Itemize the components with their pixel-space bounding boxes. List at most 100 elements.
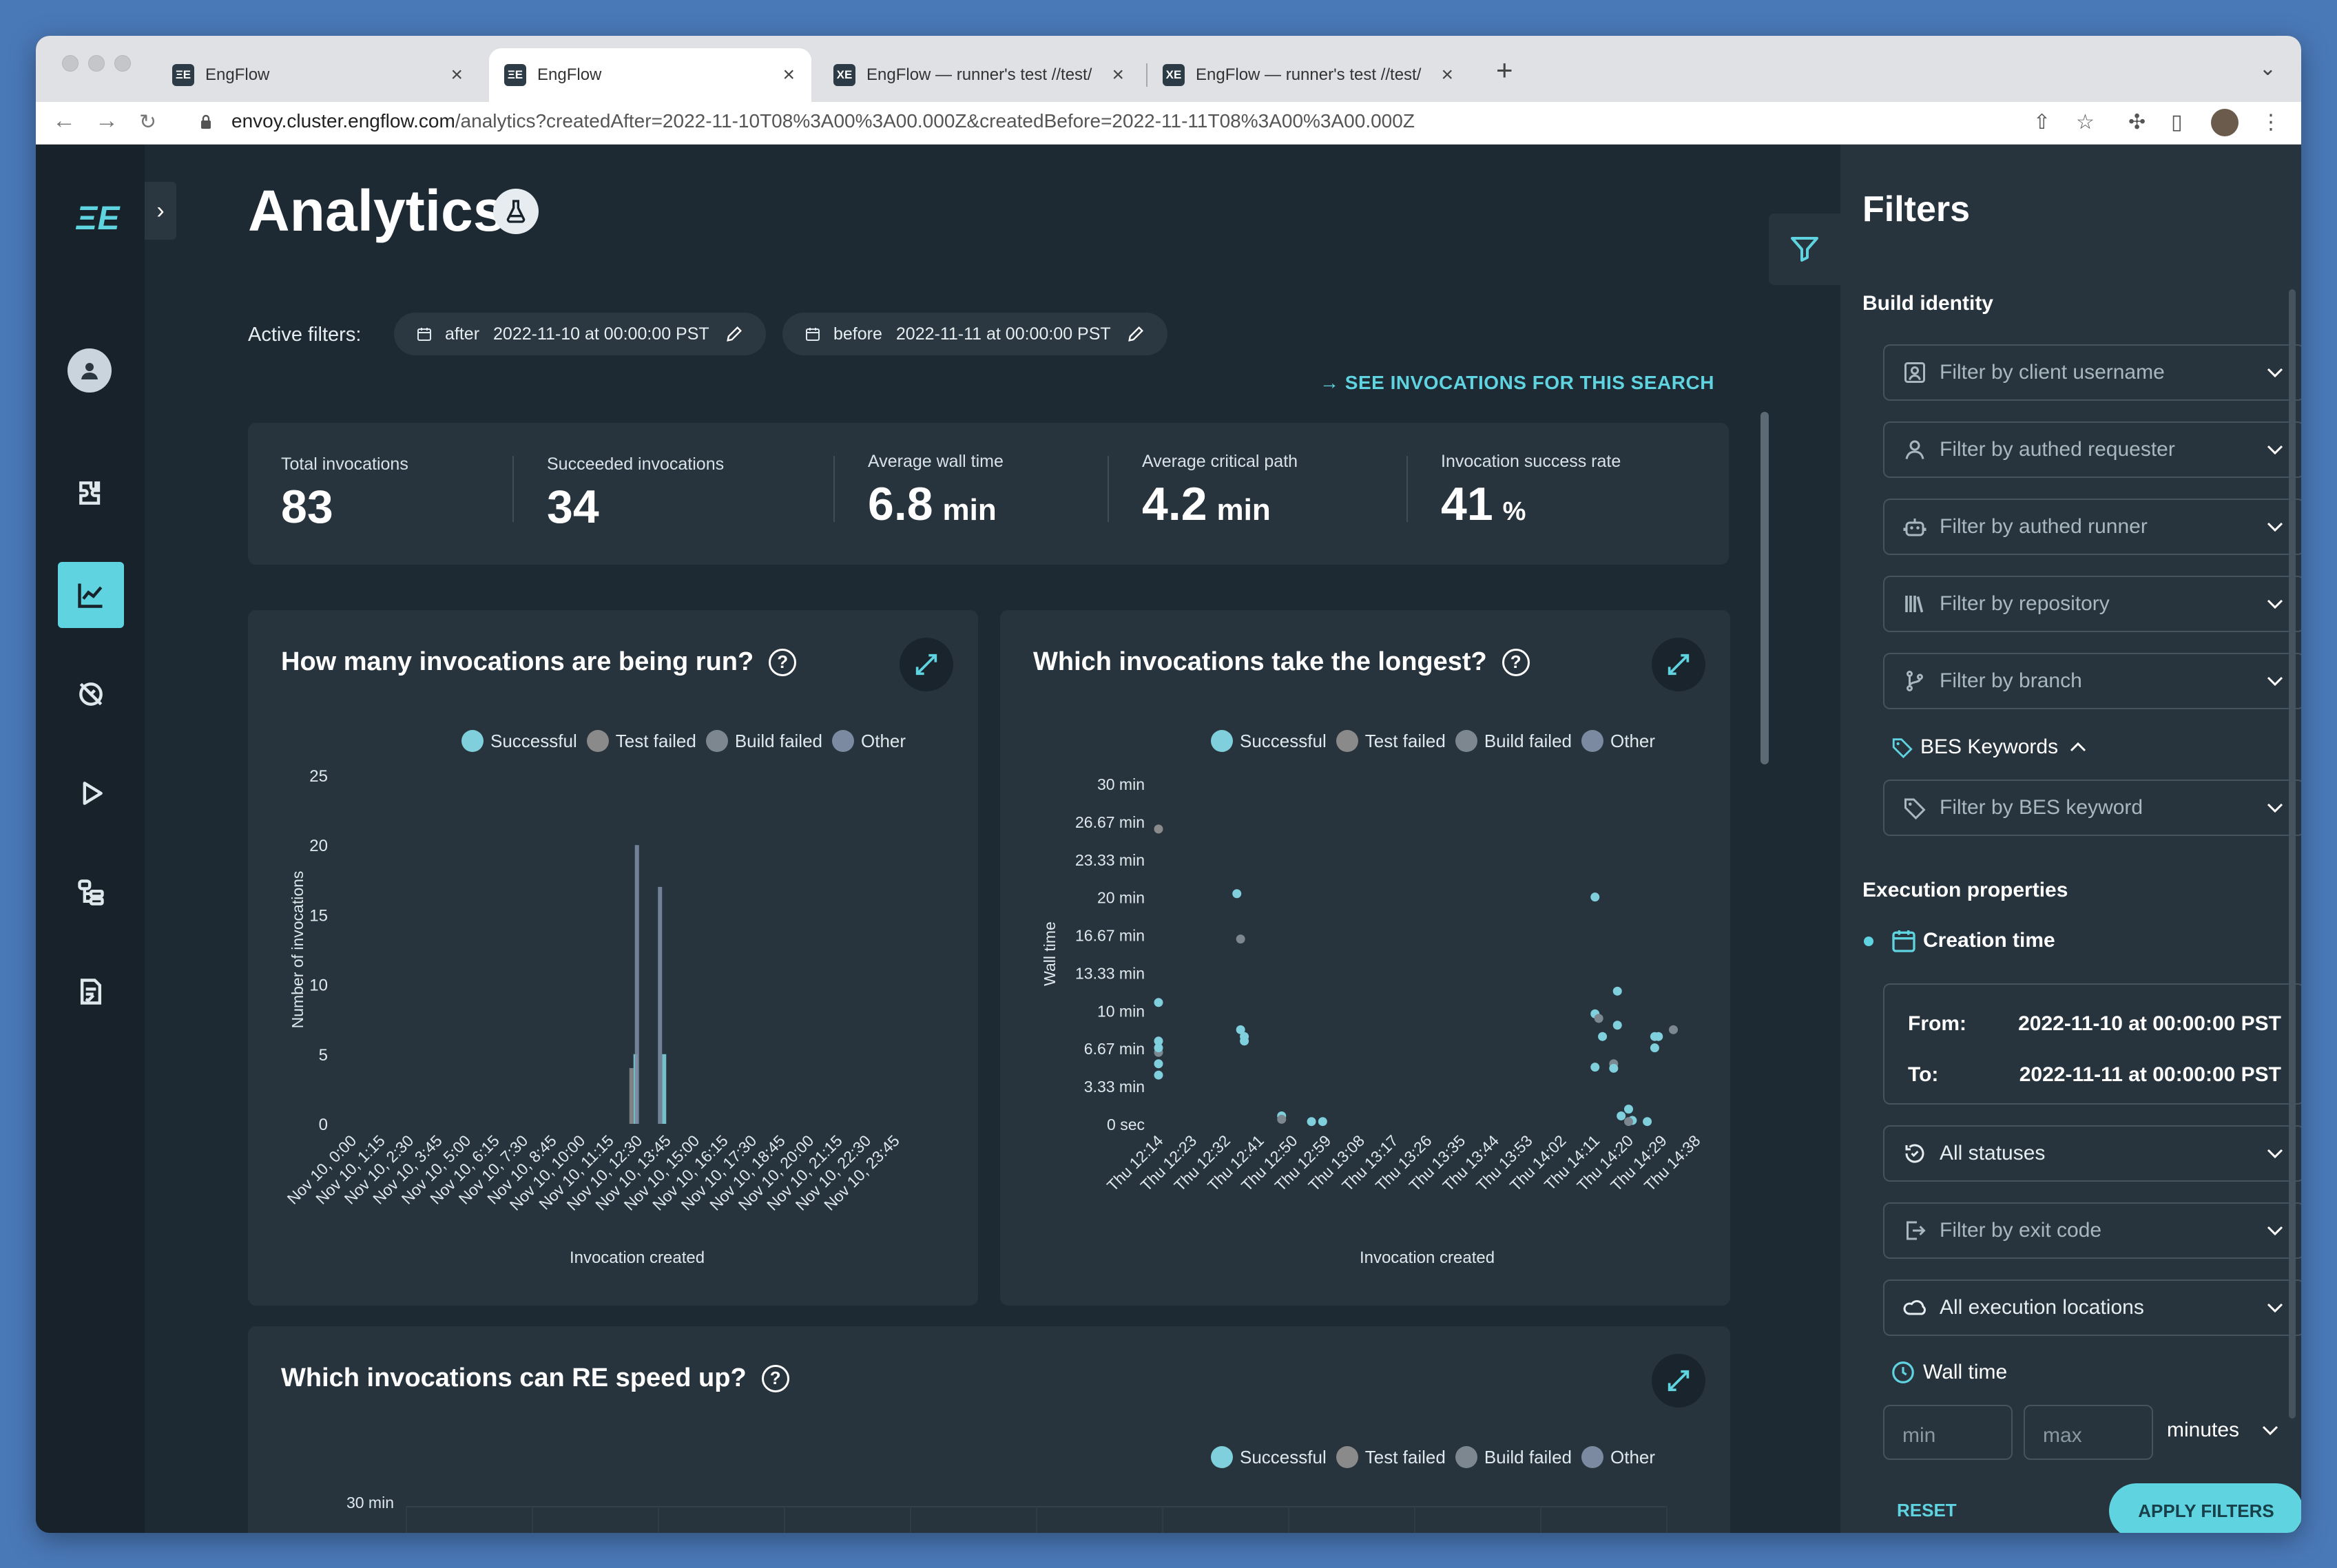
new-tab-icon[interactable]: + [1496,54,1513,87]
tab-search-chevron-icon[interactable]: ⌄ [2259,56,2276,81]
scatter-point [1669,1025,1678,1034]
chevron-down-icon [2267,676,2283,687]
scatter-point [1654,1032,1663,1041]
analytics-icon[interactable] [58,562,124,628]
scatter-point [1650,1043,1659,1053]
extensions-icon[interactable]: ✣ [2128,110,2146,134]
apply-filters-button[interactable]: APPLY FILTERS [2109,1483,2301,1533]
lock-icon[interactable] [200,114,212,129]
disabled-icon[interactable] [58,661,124,727]
filter-chip-after[interactable]: after 2022-11-10 at 00:00:00 PST [394,313,766,355]
url-field[interactable]: envoy.cluster.engflow.com/analytics?crea… [231,110,1415,132]
y-tick-label: 0 sec [1107,1116,1145,1133]
side-panel-icon[interactable]: ▯ [2171,110,2183,134]
address-bar: ← → ↻ envoy.cluster.engflow.com/analytic… [36,102,2301,145]
scatter-point [1236,934,1245,944]
branch-icon [1907,671,1923,691]
to-date-value[interactable]: 2022-11-11 at 00:00:00 PST [2019,1063,2281,1087]
see-invocations-link[interactable]: → SEE INVOCATIONS FOR THIS SEARCH [1320,372,1714,394]
build-icon[interactable] [58,460,124,526]
scatter-point [1277,1114,1287,1124]
wall-time-min-input[interactable]: min [1883,1405,2013,1460]
wall-time-max-input[interactable]: max [2024,1405,2153,1460]
browser-tab-active[interactable]: ΞE EngFlow × [489,48,811,102]
close-icon[interactable]: × [782,63,795,87]
creation-time-heading[interactable]: Creation time [1890,927,2055,954]
app-sidebar: ΞE [36,145,145,1533]
window-controls[interactable] [62,55,131,72]
y-tick-label: 13.33 min [1075,964,1145,982]
status-history-icon [1905,1144,1924,1163]
engflow-logo[interactable]: ΞE [76,200,120,238]
client-username-dropdown[interactable]: Filter by client username [1883,344,2301,401]
tab-title: EngFlow [205,65,270,84]
reload-icon[interactable]: ↻ [139,110,156,134]
nodes-icon[interactable] [58,859,124,926]
play-icon[interactable] [58,760,124,826]
bes-keywords-toggle[interactable]: BES Keywords [1889,735,2087,759]
scatter-point [1598,1032,1608,1041]
bar [658,886,663,1124]
chip-value: 2022-11-11 at 00:00:00 PST [895,324,1111,344]
browser-tab[interactable]: XE EngFlow — runner's test //test/ × [818,48,1141,102]
filter-chip-before[interactable]: before 2022-11-11 at 00:00:00 PST [782,313,1167,355]
scatter-point [1643,1117,1652,1127]
repository-icon [1905,596,1924,613]
bes-keyword-dropdown[interactable]: Filter by BES keyword [1883,780,2301,836]
branch-dropdown[interactable]: Filter by branch [1883,653,2301,709]
engflow-favicon-icon: XE [1163,64,1185,86]
sidebar-expand-button[interactable]: › [145,182,176,240]
scatter-point [1240,1036,1249,1046]
scatter-point [1154,998,1163,1007]
bookmark-star-icon[interactable]: ☆ [2076,110,2095,134]
edit-pencil-icon[interactable] [1126,324,1145,344]
share-icon[interactable]: ⇧ [2033,110,2050,134]
reset-button[interactable]: RESET [1897,1500,1957,1521]
filters-scrollbar[interactable] [2289,289,2296,1419]
from-date-value[interactable]: 2022-11-10 at 00:00:00 PST [2018,1012,2281,1036]
back-icon[interactable]: ← [52,107,76,134]
browser-tab[interactable]: XE EngFlow — runner's test //test/ × [1147,48,1470,102]
tag-icon [1904,798,1926,820]
main-scrollbar[interactable] [1760,412,1769,764]
y-tick-label: 3.33 min [1084,1078,1145,1096]
close-icon[interactable]: × [450,63,463,87]
cloud-location-icon [1903,1300,1926,1315]
robot-icon [1903,519,1926,536]
wall-time-scatter-chart: 0 sec 3.33 min 6.67 min 10 min 13.33 min 16.6… [1041,775,1704,1267]
more-menu-icon[interactable]: ⋮ [2261,110,2281,134]
authed-requester-dropdown[interactable]: Filter by authed requester [1883,421,2301,478]
close-icon[interactable]: × [1112,63,1124,87]
creation-time-range[interactable]: From: 2022-11-10 at 00:00:00 PST To: 202… [1883,983,2301,1105]
browser-window: ΞE EngFlow × ΞE EngFlow × XE EngFlow — r… [36,36,2301,1533]
close-icon[interactable]: × [1441,63,1453,87]
stat-average-wall-time: Average wall time 6.8 min [868,452,1004,530]
invocations-bar-chart: 0510152025Number of invocationsNov 10, 0… [284,767,903,1267]
authed-runner-dropdown[interactable]: Filter by authed runner [1883,499,2301,555]
status-dropdown[interactable]: All statuses [1883,1125,2301,1182]
profile-avatar[interactable] [2211,109,2239,136]
y-tick-label: 20 min [1097,889,1145,907]
engflow-favicon-icon: XE [833,64,855,86]
filters-panel: Filters Build identity Filter by client … [1840,145,2301,1533]
filter-toggle-button[interactable] [1769,213,1840,285]
calendar-icon [1892,930,1915,952]
bar [629,1068,634,1124]
y-tick-label: 0 [319,1116,328,1134]
execution-locations-dropdown[interactable]: All execution locations [1883,1279,2301,1336]
forward-icon[interactable]: → [95,107,118,134]
exit-code-dropdown[interactable]: Filter by exit code [1883,1202,2301,1259]
scatter-point [1617,1111,1626,1120]
wall-time-unit-select[interactable]: minutes [2167,1419,2279,1442]
invocations-run-card: How many invocations are being run?? Suc… [248,610,978,1306]
filter-funnel-icon [1791,237,1818,262]
main-content: Analytics Active filters: after 2022-11-… [176,145,1840,1533]
browser-tab[interactable]: ΞE EngFlow × [157,48,479,102]
edit-pencil-icon[interactable] [725,324,744,344]
chip-keyword: before [833,324,882,344]
repository-dropdown[interactable]: Filter by repository [1883,576,2301,632]
report-icon[interactable] [58,959,124,1025]
user-avatar[interactable] [67,348,112,393]
x-axis-label: Invocation created [1360,1248,1495,1267]
stat-total-invocations: Total invocations 83 [281,454,408,533]
